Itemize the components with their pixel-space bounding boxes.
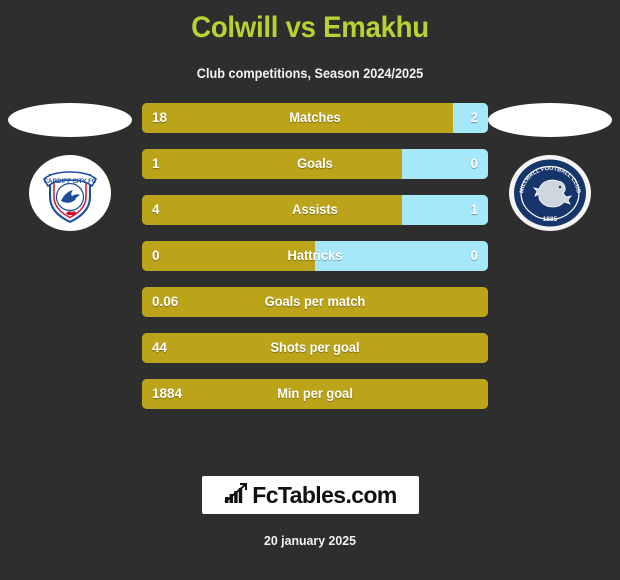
stat-row-hattricks: 0 Hattricks 0 [142,241,488,271]
stat-row-matches: 18 Matches 2 [142,103,488,133]
cardiff-city-fc-crest: CARDIFF CITY FC [28,151,112,235]
millwall-fc-crest: MILLWALL FOOTBALL CLUB 1885 [508,151,592,235]
stat-value-away: 0 [470,156,478,171]
player-photo-emakhu [488,103,612,137]
snapshot-date: 20 january 2025 [263,533,357,548]
stat-label: Assists [292,202,338,217]
page-title: Colwill vs Emakhu [191,11,429,44]
stat-label: Hattricks [287,248,343,263]
home-player-panel: CARDIFF CITY FC [4,103,136,235]
page-footer: FcTables.com 20 january 2025 [0,476,620,580]
stat-row-goals-per-match: 0.06 Goals per match [142,287,488,317]
millwall-founded-year: 1885 [543,216,558,223]
stat-value-away: 0 [470,248,478,263]
away-player-panel: MILLWALL FOOTBALL CLUB 1885 [484,103,616,235]
fctables-logo-text: FcTables.com [252,481,397,508]
stat-row-goals: 1 Goals 0 [142,149,488,179]
stat-label: Goals [297,156,333,171]
page-subtitle: Club competitions, Season 2024/2025 [196,66,424,81]
stat-label: Goals per match [264,294,366,309]
stat-bars: 18 Matches 2 1 Goals 0 4 Assists 1 0 Hat… [142,103,488,425]
page-header: Colwill vs Emakhu Club competitions, Sea… [0,0,620,81]
stat-label: Matches [289,110,341,125]
stat-value-away: 2 [470,110,478,125]
stat-row-assists: 4 Assists 1 [142,195,488,225]
stat-label: Min per goal [277,386,353,401]
bar-chart-growth-icon [223,481,249,510]
stat-row-min-per-goal: 1884 Min per goal [142,379,488,409]
stat-row-shots-per-goal: 44 Shots per goal [142,333,488,363]
fctables-logo[interactable]: FcTables.com [201,476,419,514]
stat-label: Shots per goal [270,340,360,355]
player-photo-colwill [8,103,132,137]
comparison-section: CARDIFF CITY FC MILLWALL FOOTBALL CLUB 1… [0,103,620,423]
stat-value-away: 1 [470,202,478,217]
